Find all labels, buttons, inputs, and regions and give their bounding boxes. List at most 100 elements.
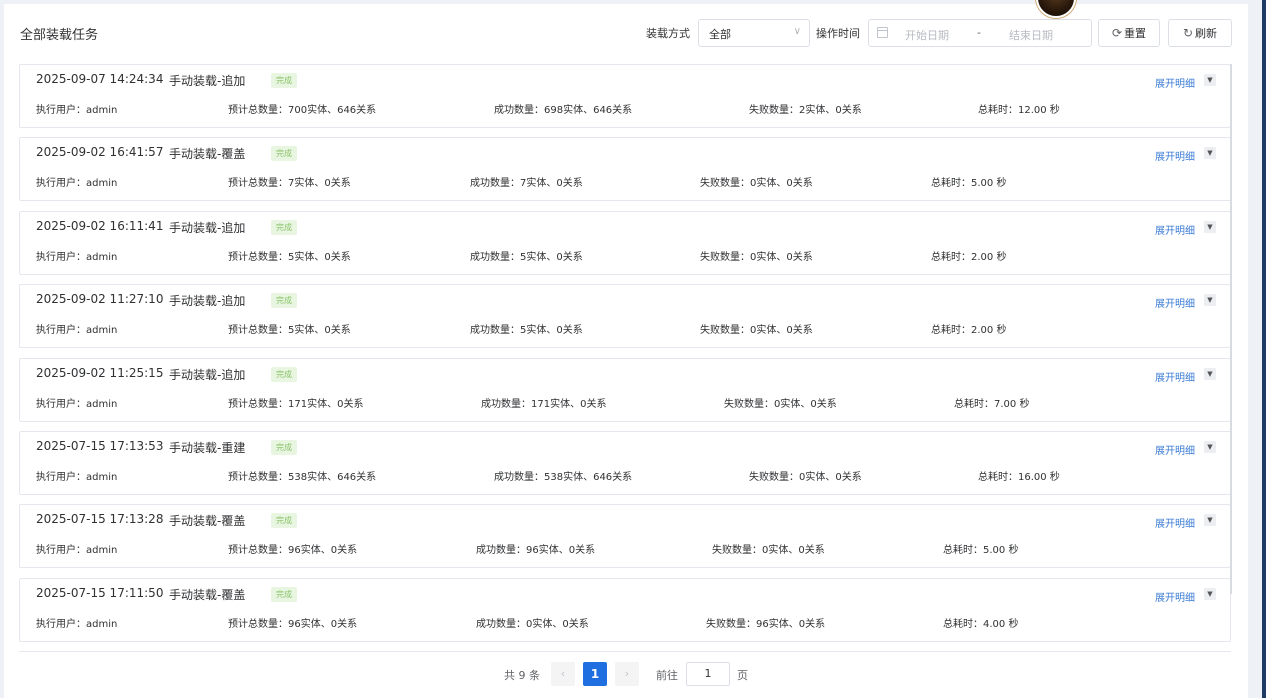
task-time: 2025-09-07 14:24:34 <box>36 72 164 86</box>
status-badge: 完成 <box>271 440 297 455</box>
task-success-count: 成功数量：96实体、0关系 <box>476 545 596 556</box>
task-expected-count: 预计总数量：7实体、0关系 <box>228 178 351 189</box>
task-duration: 总耗时：5.00 秒 <box>931 178 1007 189</box>
task-type: 手动装载-重建 <box>169 441 246 455</box>
expand-details-link[interactable]: 展开明细 <box>1155 75 1195 90</box>
task-success-count: 成功数量：698实体、646关系 <box>494 105 633 116</box>
task-user: 执行用户：admin <box>36 178 118 189</box>
task-success-count: 成功数量：5实体、0关系 <box>470 252 583 263</box>
date-separator: - <box>977 26 981 39</box>
task-user: 执行用户：admin <box>36 252 118 263</box>
task-expected-count: 预计总数量：700实体、646关系 <box>228 105 377 116</box>
caret-down-icon[interactable]: ▼ <box>1204 147 1216 159</box>
chevron-down-icon: ∨ <box>793 26 801 37</box>
task-type: 手动装载-追加 <box>169 74 246 88</box>
task-failed-count: 失败数量：0实体、0关系 <box>749 472 862 483</box>
task-expected-count: 预计总数量：538实体、646关系 <box>228 472 377 483</box>
load-mode-select[interactable]: 全部 ∨ <box>698 19 810 47</box>
expand-details-link[interactable]: 展开明细 <box>1155 295 1195 310</box>
reset-button-label: 重置 <box>1124 27 1147 40</box>
window-edge <box>1262 0 1266 698</box>
pagination-divider <box>19 651 1231 652</box>
status-badge: 完成 <box>271 367 297 382</box>
caret-down-icon[interactable]: ▼ <box>1204 441 1216 453</box>
reset-icon: ⟳ <box>1111 26 1123 40</box>
prev-page-button[interactable]: ‹ <box>551 662 575 686</box>
expand-details-link[interactable]: 展开明细 <box>1155 222 1195 237</box>
task-time: 2025-07-15 17:13:28 <box>36 512 164 526</box>
pagination-total: 共 9 条 <box>504 669 540 682</box>
date-range-picker[interactable]: 开始日期 - 结束日期 <box>868 19 1092 47</box>
task-time: 2025-09-02 11:25:15 <box>36 366 164 380</box>
next-page-button[interactable]: › <box>615 662 639 686</box>
caret-down-icon[interactable]: ▼ <box>1204 294 1216 306</box>
task-card: 2025-09-02 11:25:15 手动装载-追加 完成 展开明细 ▼ 执行… <box>19 358 1231 422</box>
task-user: 执行用户：admin <box>36 325 118 336</box>
caret-down-icon[interactable]: ▼ <box>1204 588 1216 600</box>
task-failed-count: 失败数量：0实体、0关系 <box>700 178 813 189</box>
task-duration: 总耗时：4.00 秒 <box>943 619 1019 630</box>
op-time-label: 操作时间 <box>816 27 860 40</box>
expand-details-link[interactable]: 展开明细 <box>1155 515 1195 530</box>
task-time: 2025-07-15 17:11:50 <box>36 586 164 600</box>
expand-details-link[interactable]: 展开明细 <box>1155 369 1195 384</box>
caret-down-icon[interactable]: ▼ <box>1204 74 1216 86</box>
task-expected-count: 预计总数量：171实体、0关系 <box>228 399 364 410</box>
status-badge: 完成 <box>271 220 297 235</box>
task-duration: 总耗时：5.00 秒 <box>943 545 1019 556</box>
task-card: 2025-09-07 14:24:34 手动装载-追加 完成 展开明细 ▼ 执行… <box>19 64 1231 128</box>
expand-details-link[interactable]: 展开明细 <box>1155 442 1195 457</box>
task-time: 2025-09-02 11:27:10 <box>36 292 164 306</box>
task-type: 手动装载-追加 <box>169 368 246 382</box>
goto-page-input[interactable]: 1 <box>686 662 730 686</box>
load-mode-label: 装载方式 <box>646 27 690 40</box>
task-success-count: 成功数量：7实体、0关系 <box>470 178 583 189</box>
caret-down-icon[interactable]: ▼ <box>1204 368 1216 380</box>
task-user: 执行用户：admin <box>36 619 118 630</box>
task-time: 2025-09-02 16:41:57 <box>36 145 164 159</box>
status-badge: 完成 <box>271 73 297 88</box>
status-badge: 完成 <box>271 293 297 308</box>
task-expected-count: 预计总数量：96实体、0关系 <box>228 619 358 630</box>
status-badge: 完成 <box>271 587 297 602</box>
expand-details-link[interactable]: 展开明细 <box>1155 589 1195 604</box>
task-expected-count: 预计总数量：5实体、0关系 <box>228 252 351 263</box>
reset-button[interactable]: ⟳ 重置 <box>1098 19 1160 47</box>
task-type: 手动装载-覆盖 <box>169 514 246 528</box>
refresh-button-label: 刷新 <box>1195 27 1218 40</box>
task-card: 2025-09-02 16:11:41 手动装载-追加 完成 展开明细 ▼ 执行… <box>19 211 1231 275</box>
task-type: 手动装载-覆盖 <box>169 588 246 602</box>
task-type: 手动装载-追加 <box>169 221 246 235</box>
task-duration: 总耗时：2.00 秒 <box>931 252 1007 263</box>
task-duration: 总耗时：7.00 秒 <box>954 399 1030 410</box>
task-list: ▼ 2025-09-07 14:24:34 手动装载-追加 完成 展开明细 ▼ … <box>19 64 1231 644</box>
page-title: 全部装载任务 <box>20 28 99 43</box>
task-type: 手动装载-覆盖 <box>169 147 246 161</box>
task-failed-count: 失败数量：96实体、0关系 <box>706 619 826 630</box>
task-success-count: 成功数量：5实体、0关系 <box>470 325 583 336</box>
task-success-count: 成功数量：0实体、0关系 <box>476 619 589 630</box>
task-user: 执行用户：admin <box>36 105 118 116</box>
date-end-input[interactable]: 结束日期 <box>1009 27 1053 43</box>
page-suffix: 页 <box>737 669 748 682</box>
task-card: 2025-09-02 11:27:10 手动装载-追加 完成 展开明细 ▼ 执行… <box>19 284 1231 348</box>
status-badge: 完成 <box>271 146 297 161</box>
task-failed-count: 失败数量：2实体、0关系 <box>749 105 862 116</box>
task-user: 执行用户：admin <box>36 472 118 483</box>
refresh-button[interactable]: ↻ 刷新 <box>1168 19 1232 47</box>
caret-down-icon[interactable]: ▼ <box>1204 221 1216 233</box>
task-expected-count: 预计总数量：5实体、0关系 <box>228 325 351 336</box>
task-user: 执行用户：admin <box>36 545 118 556</box>
task-user: 执行用户：admin <box>36 399 118 410</box>
task-card: 2025-07-15 17:11:50 手动装载-覆盖 完成 展开明细 ▼ 执行… <box>19 578 1231 642</box>
task-failed-count: 失败数量：0实体、0关系 <box>700 325 813 336</box>
list-scrollbar[interactable] <box>1230 64 1232 594</box>
task-success-count: 成功数量：538实体、646关系 <box>494 472 633 483</box>
caret-down-icon[interactable]: ▼ <box>1204 514 1216 526</box>
page-number-current[interactable]: 1 <box>583 662 607 686</box>
task-time: 2025-07-15 17:13:53 <box>36 439 164 453</box>
task-card: 2025-09-02 16:41:57 手动装载-覆盖 完成 展开明细 ▼ 执行… <box>19 137 1231 201</box>
task-type: 手动装载-追加 <box>169 294 246 308</box>
expand-details-link[interactable]: 展开明细 <box>1155 148 1195 163</box>
date-start-input[interactable]: 开始日期 <box>905 27 949 43</box>
